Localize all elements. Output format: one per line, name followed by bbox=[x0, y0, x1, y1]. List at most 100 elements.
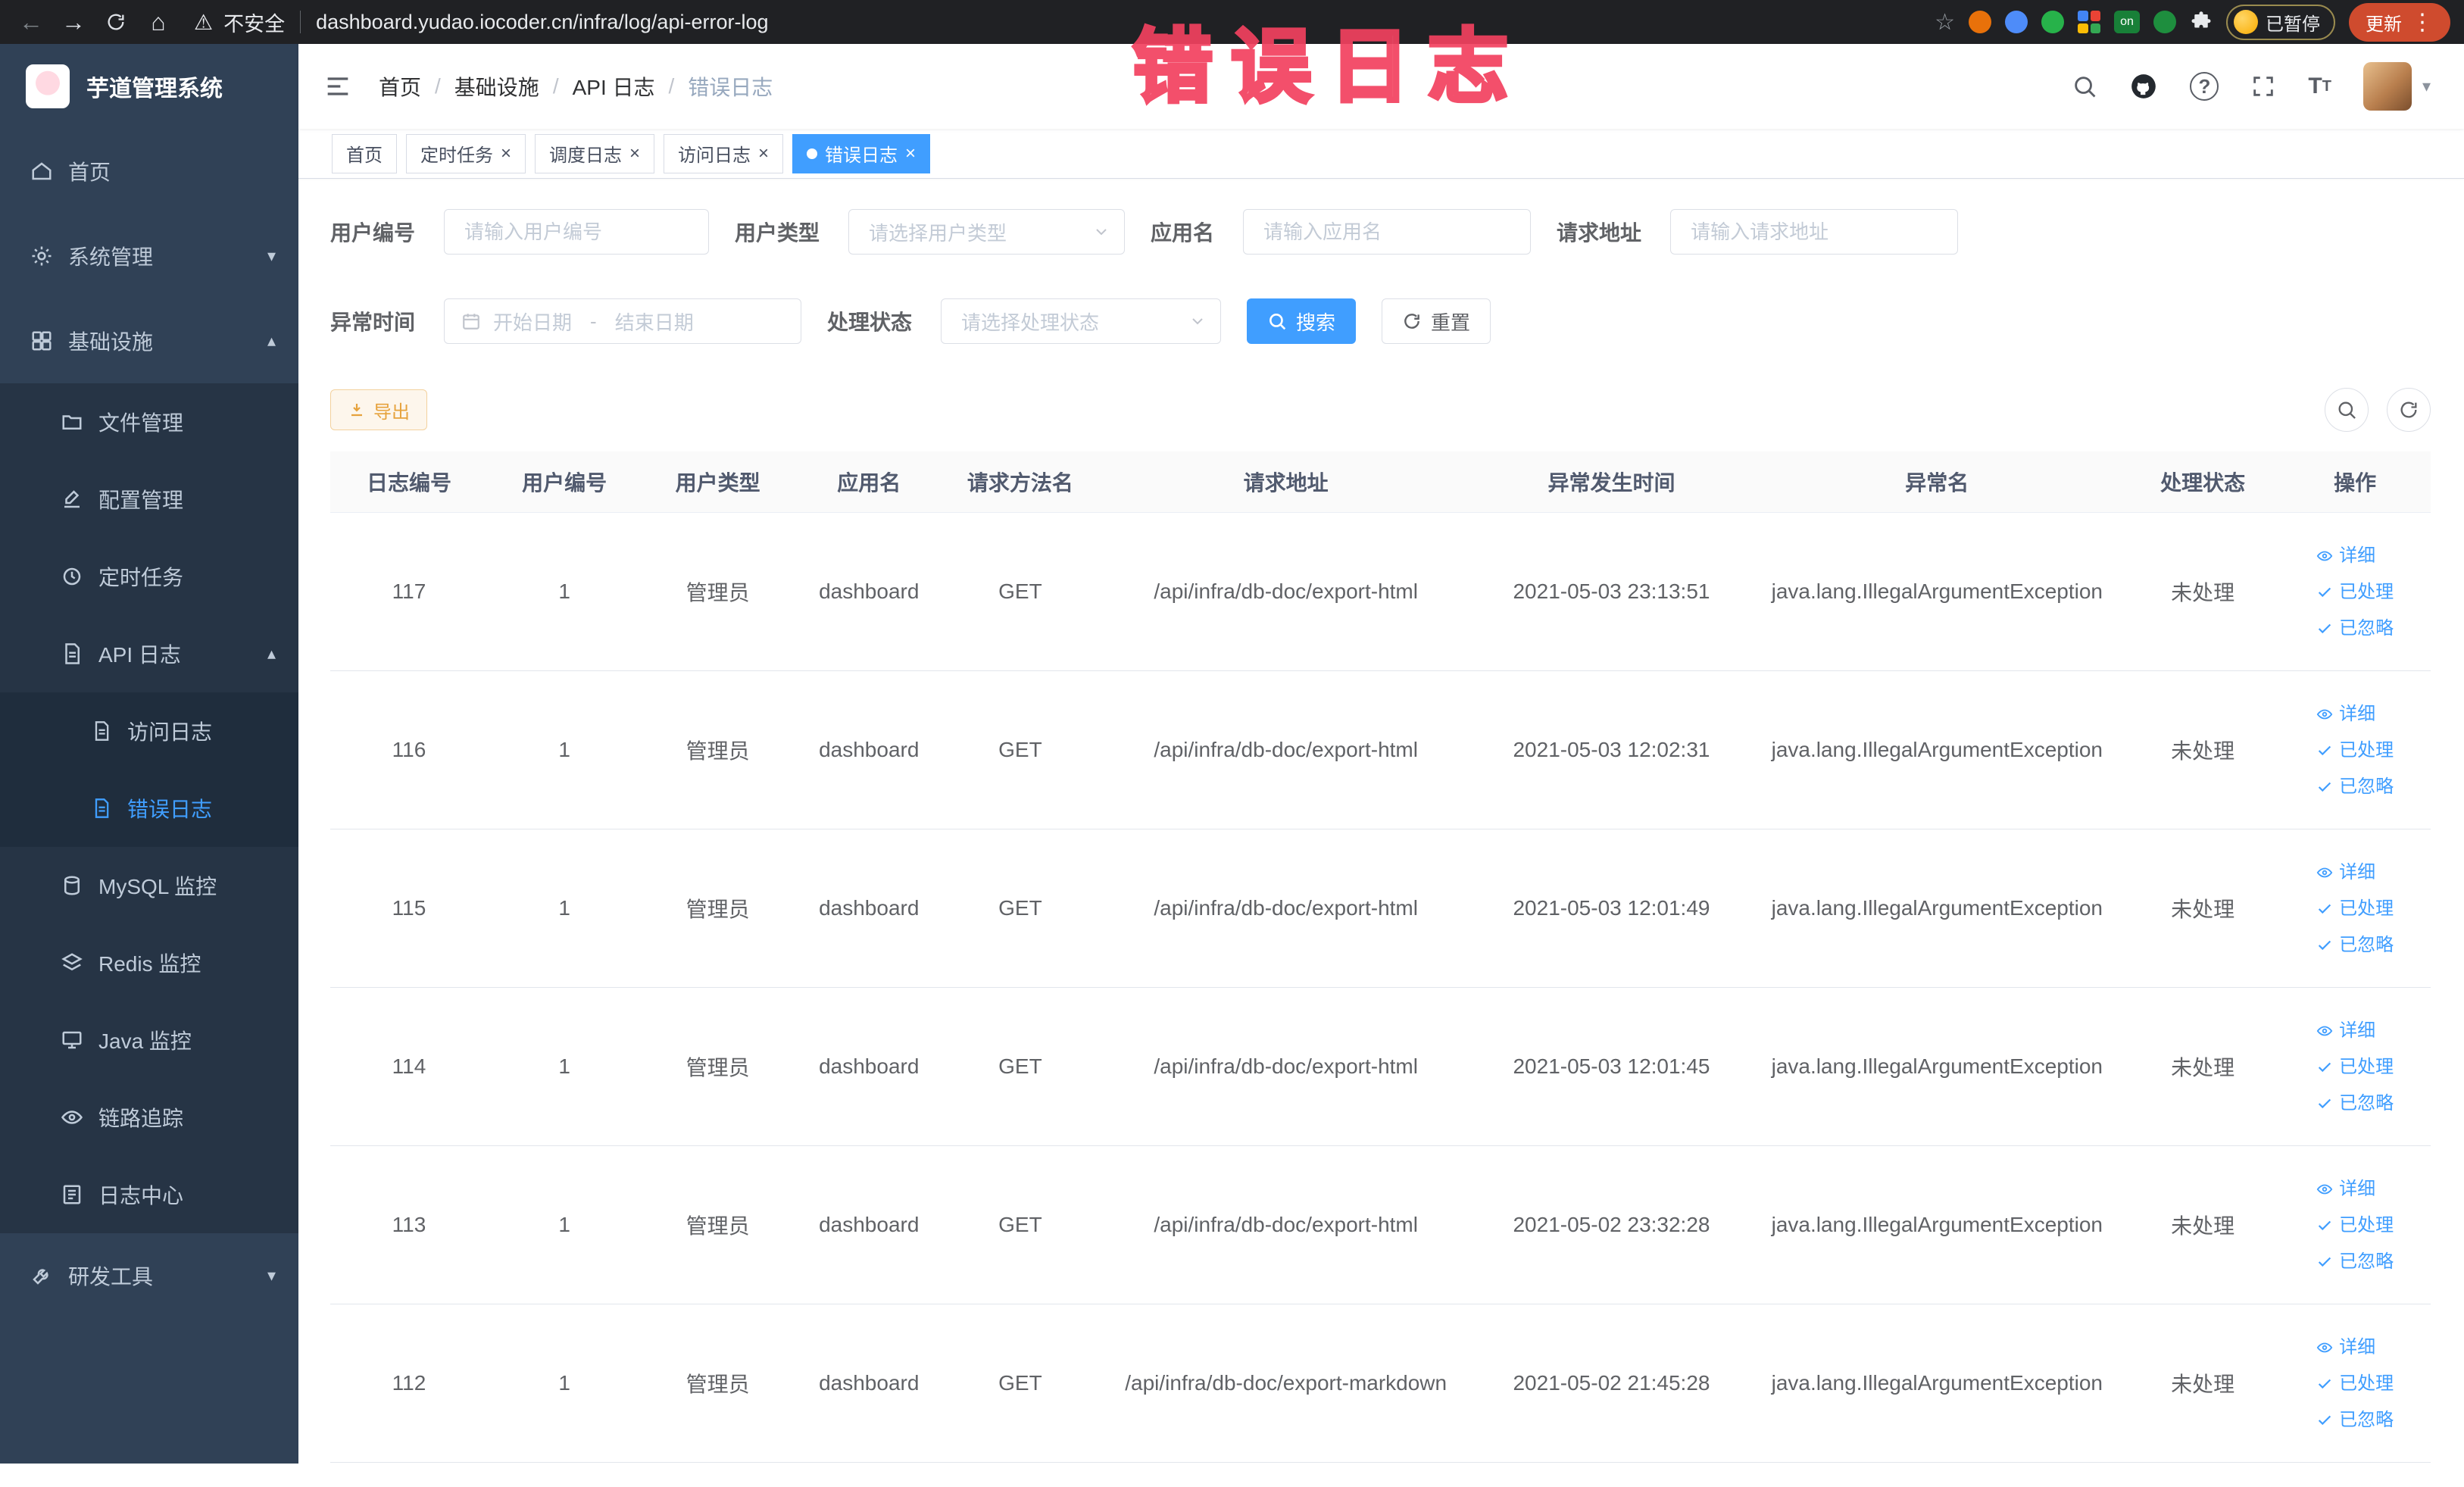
bookmark-star-icon[interactable]: ☆ bbox=[1935, 9, 1955, 36]
detail-link[interactable]: 详细 bbox=[2316, 545, 2376, 566]
github-icon[interactable] bbox=[2129, 72, 2158, 101]
detail-link[interactable]: 详细 bbox=[2316, 1338, 2375, 1357]
detail-link-label: 详细 bbox=[2339, 545, 2376, 566]
security-label: 不安全 bbox=[223, 12, 286, 36]
sidebar-item-redis[interactable]: Redis 监控 bbox=[0, 924, 298, 1001]
col-request-url: 请求地址 bbox=[1097, 451, 1476, 513]
tag-error-log[interactable]: 错误日志 × bbox=[792, 133, 931, 173]
sidebar-item-mysql[interactable]: MySQL 监控 bbox=[0, 847, 298, 924]
extension-green-icon[interactable] bbox=[2041, 11, 2064, 33]
cell-user-id: 1 bbox=[487, 512, 642, 671]
search-button[interactable]: 搜索 bbox=[1247, 298, 1357, 344]
sidebar-item-dev-tools[interactable]: 研发工具 ▾ bbox=[0, 1233, 298, 1318]
extension-leaf-icon[interactable] bbox=[2153, 11, 2176, 33]
sidebar-item-job[interactable]: 定时任务 bbox=[0, 538, 298, 615]
update-button[interactable]: 更新 ⋮ bbox=[2349, 2, 2450, 42]
sidebar-item-label: Java 监控 bbox=[98, 1029, 192, 1053]
paused-badge[interactable]: 已暂停 bbox=[2226, 4, 2335, 40]
mark-processed-link[interactable]: 已处理 bbox=[2316, 899, 2394, 918]
address-bar[interactable]: ⚠ 不安全 dashboard.yudao.iocoder.cn/infra/l… bbox=[183, 8, 1927, 37]
cell-exception-time: 2021-05-02 23:32:28 bbox=[1475, 1145, 1748, 1304]
mark-ignored-link-label: 已忽略 bbox=[2339, 1092, 2394, 1114]
close-icon[interactable]: × bbox=[629, 144, 640, 163]
browser-reload-icon[interactable] bbox=[98, 5, 133, 39]
tag-schedule-log[interactable]: 调度日志 × bbox=[535, 133, 655, 173]
calendar-icon bbox=[463, 314, 479, 330]
sidebar-item-home[interactable]: 首页 bbox=[0, 129, 298, 214]
browser-forward-icon[interactable]: → bbox=[56, 5, 91, 39]
extension-blue-icon[interactable] bbox=[2005, 11, 2028, 33]
search-icon[interactable] bbox=[2072, 73, 2097, 99]
sidebar-item-system[interactable]: 系统管理 ▾ bbox=[0, 214, 298, 298]
eye-icon bbox=[61, 1111, 83, 1124]
mark-ignored-link[interactable]: 已忽略 bbox=[2316, 1092, 2394, 1114]
process-status-select[interactable]: 请选择处理状态 bbox=[941, 298, 1222, 344]
mark-processed-link[interactable]: 已处理 bbox=[2316, 1216, 2394, 1235]
font-size-icon[interactable]: TT bbox=[2308, 73, 2331, 99]
sidebar-item-log-center[interactable]: 日志中心 bbox=[0, 1156, 298, 1233]
export-button[interactable]: 导出 bbox=[330, 389, 427, 430]
cell-user-id: 1 bbox=[487, 987, 642, 1146]
detail-link[interactable]: 详细 bbox=[2316, 863, 2375, 882]
extension-grid-icon[interactable] bbox=[2078, 11, 2100, 33]
sidebar-item-infra[interactable]: 基础设施 ▴ bbox=[0, 298, 298, 383]
detail-link[interactable]: 详细 bbox=[2316, 1179, 2375, 1198]
breadcrumb-api-log[interactable]: API 日志 bbox=[573, 71, 655, 102]
tag-access-log[interactable]: 访问日志 × bbox=[664, 133, 784, 173]
check-icon bbox=[2319, 904, 2331, 914]
sidebar-item-trace[interactable]: 链路追踪 bbox=[0, 1079, 298, 1156]
refresh-button[interactable] bbox=[2387, 388, 2431, 432]
breadcrumb-separator: / bbox=[668, 74, 675, 98]
mark-ignored-link[interactable]: 已忽略 bbox=[2316, 1410, 2394, 1429]
extensions-puzzle-icon[interactable] bbox=[2190, 11, 2213, 33]
sidebar-logo[interactable]: 芋道管理系统 bbox=[0, 44, 298, 129]
reset-button[interactable]: 重置 bbox=[1382, 298, 1491, 344]
detail-link[interactable]: 详细 bbox=[2316, 704, 2375, 723]
mark-ignored-link[interactable]: 已忽略 bbox=[2316, 1252, 2394, 1271]
extension-orange-icon[interactable] bbox=[1969, 11, 1991, 33]
close-icon[interactable]: × bbox=[758, 144, 769, 163]
toggle-search-button[interactable] bbox=[2325, 388, 2369, 432]
app-name-input[interactable] bbox=[1243, 209, 1532, 255]
detail-link[interactable]: 详细 bbox=[2316, 1021, 2375, 1040]
check-icon bbox=[2319, 1220, 2331, 1230]
mark-ignored-link[interactable]: 已忽略 bbox=[2316, 619, 2394, 638]
fullscreen-icon[interactable] bbox=[2250, 73, 2276, 99]
close-icon[interactable]: × bbox=[905, 144, 916, 163]
sidebar-item-file[interactable]: 文件管理 bbox=[0, 383, 298, 461]
active-dot bbox=[807, 148, 818, 159]
mark-processed-link[interactable]: 已处理 bbox=[2316, 1057, 2394, 1076]
browser-back-icon[interactable]: ← bbox=[14, 5, 48, 39]
tag-home[interactable]: 首页 bbox=[332, 133, 397, 173]
browser-home-icon[interactable]: ⌂ bbox=[141, 5, 176, 39]
close-icon[interactable]: × bbox=[501, 144, 511, 163]
sidebar-item-label: 配置管理 bbox=[98, 489, 184, 512]
filter-app-name: 应用名 bbox=[1151, 209, 1532, 255]
date-range-picker[interactable]: 开始日期 - 结束日期 bbox=[444, 298, 802, 344]
extension-on-icon[interactable]: on bbox=[2114, 11, 2140, 33]
sidebar-item-config[interactable]: 配置管理 bbox=[0, 461, 298, 538]
user-id-input[interactable] bbox=[444, 209, 710, 255]
mark-ignored-link[interactable]: 已忽略 bbox=[2316, 936, 2394, 954]
breadcrumb-infra[interactable]: 基础设施 bbox=[454, 71, 539, 102]
mark-processed-link-label: 已处理 bbox=[2339, 1373, 2394, 1394]
mark-processed-link[interactable]: 已处理 bbox=[2316, 583, 2394, 601]
mark-processed-link[interactable]: 已处理 bbox=[2316, 741, 2394, 760]
sidebar-item-java[interactable]: Java 监控 bbox=[0, 1001, 298, 1079]
tag-job[interactable]: 定时任务 × bbox=[406, 133, 526, 173]
hamburger-icon[interactable] bbox=[323, 71, 353, 102]
cell-actions: 详细 已处理 已忽略 bbox=[2279, 987, 2431, 1146]
cell-method: GET bbox=[943, 670, 1098, 829]
sidebar-item-api-log[interactable]: API 日志 ▴ bbox=[0, 615, 298, 692]
mark-ignored-link[interactable]: 已忽略 bbox=[2316, 777, 2394, 796]
user-menu[interactable]: ▾ bbox=[2363, 62, 2431, 111]
help-icon[interactable]: ? bbox=[2190, 72, 2219, 101]
request-url-input[interactable] bbox=[1670, 209, 1959, 255]
browser-menu-icon[interactable]: ⋮ bbox=[2411, 9, 2434, 36]
sidebar-item-error-log[interactable]: 错误日志 bbox=[0, 770, 298, 847]
sidebar-item-access-log[interactable]: 访问日志 bbox=[0, 692, 298, 770]
mark-processed-link[interactable]: 已处理 bbox=[2316, 1373, 2394, 1394]
breadcrumb-home[interactable]: 首页 bbox=[379, 71, 421, 102]
cell-exception-name: java.lang.IllegalArgumentException bbox=[1747, 1304, 2126, 1463]
user-type-select[interactable]: 请选择用户类型 bbox=[848, 209, 1126, 255]
